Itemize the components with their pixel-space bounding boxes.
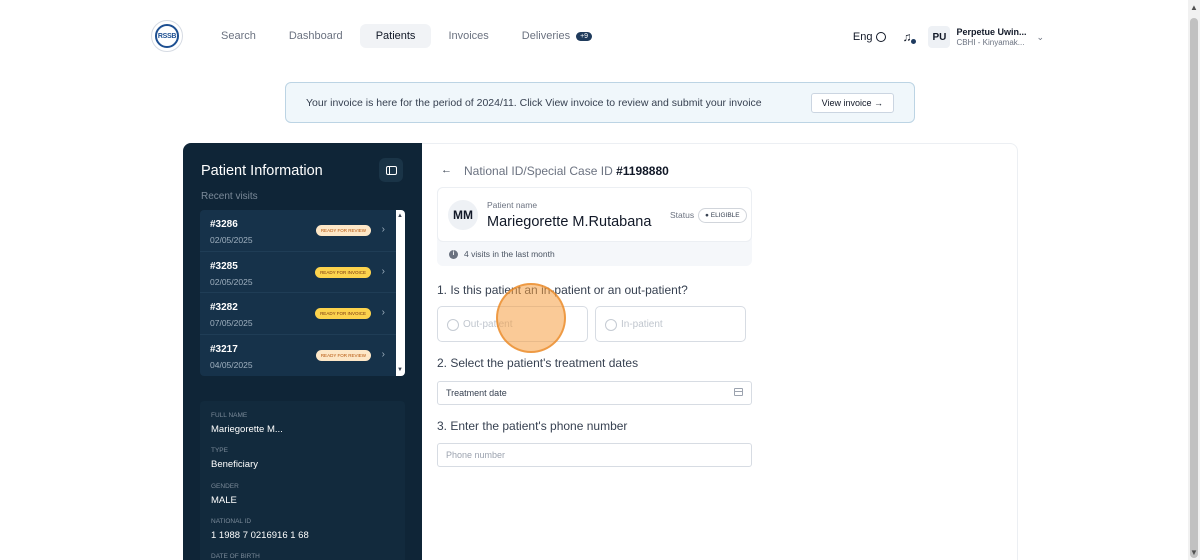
patient-name: Mariegorette M.Rutabana: [487, 214, 652, 230]
visits-note: i 4 visits in the last month: [449, 249, 555, 259]
main-nav: Search Dashboard Patients Invoices Deliv…: [205, 24, 609, 48]
in-patient-option[interactable]: In-patient: [595, 306, 746, 342]
deliveries-count-badge: +9: [576, 31, 593, 41]
globe-icon: [876, 32, 887, 42]
recent-visits-list: #3286 02/05/2025 READY FOR REVIEW › #328…: [200, 210, 405, 376]
user-name: Perpetue Uwin...: [956, 27, 1027, 37]
in-patient-radio[interactable]: [605, 319, 617, 331]
dob-label: DATE OF BIRTH: [211, 553, 260, 560]
full-name-value: Mariegorette M...: [211, 424, 283, 435]
treatment-date-value: Treatment date: [446, 388, 507, 398]
status-badge: READY FOR REVIEW: [315, 349, 371, 361]
list-item[interactable]: #3217 04/05/2025 READY FOR REVIEW ›: [200, 335, 405, 377]
phone-number-placeholder: Phone number: [446, 450, 506, 460]
rssb-logo[interactable]: RSSB: [151, 20, 183, 52]
list-item[interactable]: #3285 02/05/2025 READY FOR INVOICE ›: [200, 252, 405, 293]
question-phone: 3. Enter the patient's phone number: [437, 419, 628, 433]
patient-name-label: Patient name: [487, 200, 538, 210]
status-badge: READY FOR REVIEW: [315, 225, 371, 236]
language-switcher[interactable]: Eng: [853, 31, 887, 43]
nav-dashboard-label: Dashboard: [288, 30, 343, 42]
status-badge: READY FOR INVOICE: [315, 266, 371, 278]
scrollbar-thumb[interactable]: [1190, 18, 1198, 558]
treatment-date-field[interactable]: Treatment date: [437, 381, 752, 405]
calendar-icon[interactable]: [734, 388, 743, 396]
patient-summary-header: MM Patient name Mariegorette M.Rutabana …: [437, 187, 752, 242]
nav-deliveries[interactable]: Deliveries +9: [506, 24, 608, 48]
info-icon: i: [449, 249, 458, 259]
nav-patients[interactable]: Patients: [359, 24, 432, 48]
eligibility-badge: ● ELIGIBLE: [698, 208, 747, 223]
view-invoice-button[interactable]: View invoice →: [810, 93, 894, 113]
nav-dashboard[interactable]: Dashboard: [273, 24, 359, 48]
scroll-down-icon[interactable]: ▼: [1190, 548, 1198, 557]
chevron-right-icon: ›: [381, 265, 385, 277]
visits-note-text: 4 visits in the last month: [464, 249, 555, 259]
user-organization: CBHI - Kinyamak...: [956, 38, 1025, 47]
status-label: Status: [670, 210, 695, 220]
language-label: Eng: [852, 31, 873, 43]
visit-id: #3286: [210, 219, 238, 230]
invoice-banner: Your invoice is here for the period of 2…: [285, 82, 915, 123]
page-scrollbar[interactable]: ▲ ▼: [1188, 0, 1200, 560]
question-treatment-dates: 2. Select the patient's treatment dates: [437, 356, 639, 370]
status-badge: READY FOR INVOICE: [315, 308, 371, 319]
chevron-down-icon[interactable]: ⌄: [1036, 32, 1044, 43]
type-label: TYPE: [211, 447, 228, 454]
gender-value: MALE: [211, 495, 237, 506]
national-id-value: 1 1988 7 0216916 1 68: [211, 530, 309, 541]
visit-id: #3282: [210, 302, 238, 313]
click-indicator: [496, 283, 566, 353]
visit-date: 02/05/2025: [210, 235, 253, 245]
sidebar-toggle-icon: [385, 165, 397, 175]
out-patient-radio[interactable]: [447, 319, 459, 331]
avatar[interactable]: PU: [928, 26, 951, 48]
nav-invoices-label: Invoices: [448, 30, 489, 42]
chevron-right-icon: ›: [381, 307, 385, 318]
visit-id: #3217: [210, 343, 238, 355]
chevron-right-icon: ›: [381, 224, 385, 235]
type-value: Beneficiary: [211, 459, 258, 470]
chevron-right-icon: ›: [381, 348, 385, 360]
visit-date: 04/05/2025: [210, 359, 253, 370]
sidebar-title: Patient Information: [201, 163, 323, 179]
back-arrow-icon[interactable]: ←: [441, 164, 452, 176]
question-patient-type: 1. Is this patient an in-patient or an o…: [437, 283, 688, 297]
notification-bell-icon[interactable]: ♫: [902, 31, 917, 44]
recent-visits-label: Recent visits: [201, 191, 258, 202]
nav-patients-label: Patients: [375, 30, 416, 42]
list-item[interactable]: #3286 02/05/2025 READY FOR REVIEW ›: [200, 210, 405, 252]
full-name-label: FULL NAME: [211, 412, 248, 419]
visits-scrollbar[interactable]: ▲ ▼: [396, 210, 405, 376]
patient-info-sidebar: Patient Information Recent visits #3286 …: [183, 143, 422, 560]
notification-dot: [911, 39, 917, 44]
visit-date: 07/05/2025: [210, 318, 253, 328]
patient-avatar: MM: [448, 200, 478, 230]
phone-number-field[interactable]: Phone number: [437, 443, 752, 467]
patient-details: FULL NAME Mariegorette M... TYPE Benefic…: [200, 401, 405, 560]
banner-message: Your invoice is here for the period of 2…: [306, 97, 762, 109]
scroll-down-icon[interactable]: ▼: [397, 367, 403, 373]
nav-invoices[interactable]: Invoices: [432, 24, 504, 48]
scroll-up-icon[interactable]: ▲: [1190, 3, 1198, 12]
nav-search[interactable]: Search: [205, 24, 272, 48]
nav-deliveries-label: Deliveries: [521, 30, 571, 42]
logo-mark: RSSB: [155, 24, 179, 48]
gender-label: GENDER: [211, 483, 239, 490]
breadcrumb-prefix: National ID/Special Case ID: [464, 164, 617, 178]
patient-summary: MM Patient name Mariegorette M.Rutabana …: [437, 187, 752, 266]
in-patient-label: In-patient: [621, 319, 663, 330]
visit-id: #3285: [210, 260, 238, 272]
collapse-sidebar-button[interactable]: [379, 158, 403, 182]
user-menu[interactable]: Perpetue Uwin... CBHI - Kinyamak...: [956, 27, 1026, 47]
list-item[interactable]: #3282 07/05/2025 READY FOR INVOICE ›: [200, 293, 405, 335]
visit-date: 02/05/2025: [210, 276, 253, 287]
scroll-up-icon[interactable]: ▲: [397, 213, 403, 219]
breadcrumb-id: #1198880: [616, 164, 669, 178]
national-id-label: NATIONAL ID: [211, 518, 252, 525]
nav-search-label: Search: [221, 30, 256, 42]
breadcrumb: National ID/Special Case ID #1198880: [464, 164, 669, 178]
header-actions: Eng ♫ PU Perpetue Uwin... CBHI - Kinyama…: [853, 24, 1044, 50]
